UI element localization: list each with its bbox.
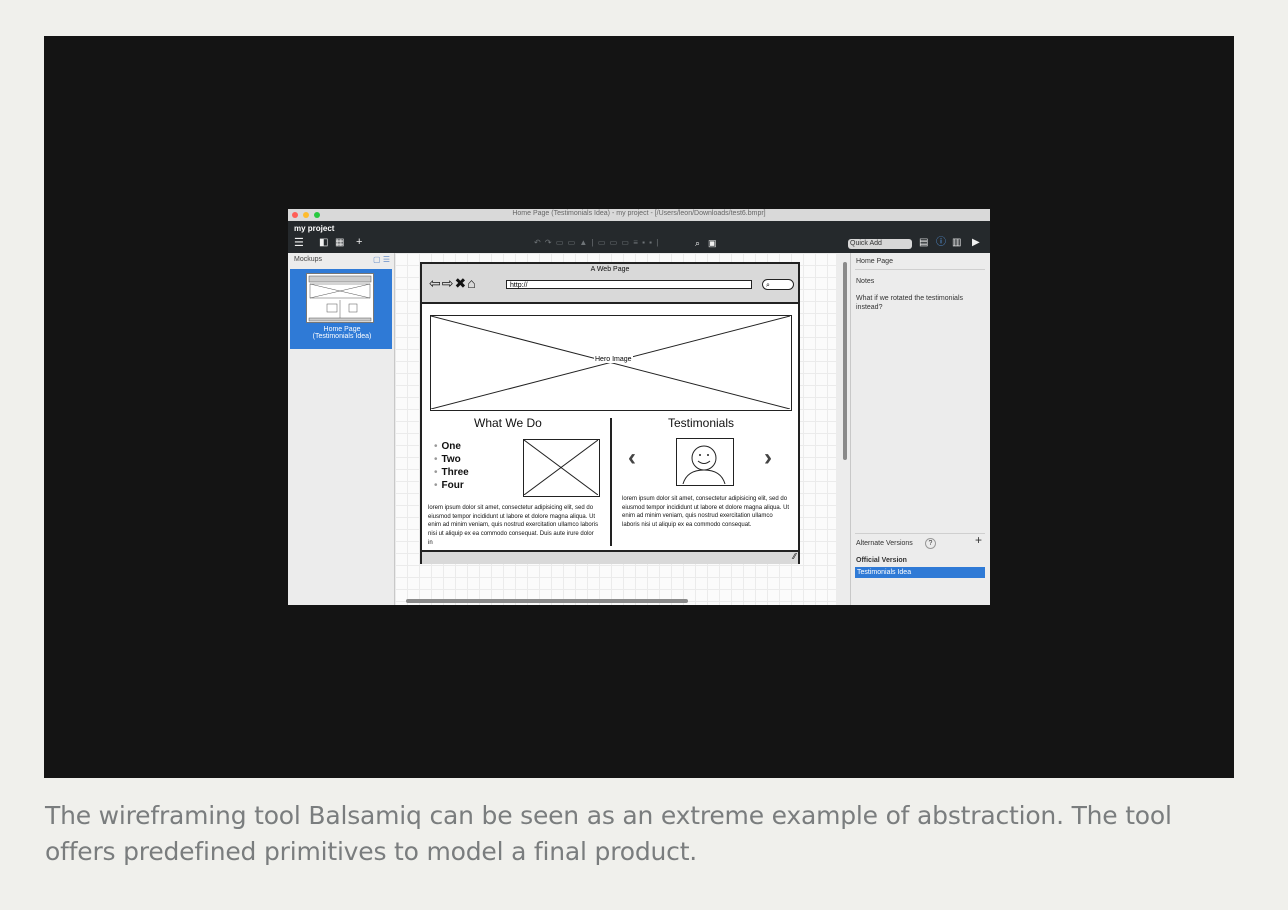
mockup-label: Home Page (Testimonials Idea) bbox=[312, 326, 372, 340]
url-bar[interactable]: http:// bbox=[506, 280, 752, 289]
bullet-list: • One • Two • Three • Four bbox=[434, 440, 469, 492]
add-version-icon[interactable]: + bbox=[975, 534, 982, 546]
thumbnail-wireframe-icon bbox=[308, 275, 372, 322]
thumbnail-preview bbox=[306, 273, 374, 323]
presentation-icon[interactable]: ▶ bbox=[972, 237, 980, 249]
hero-image-label: Hero Image bbox=[594, 356, 633, 363]
official-version-item[interactable]: Official Version bbox=[856, 556, 907, 565]
view-icon[interactable]: ▣ bbox=[708, 237, 717, 249]
quick-add-input[interactable]: Quick Add bbox=[848, 239, 912, 249]
figure-caption: The wireframing tool Balsamiq can be see… bbox=[45, 801, 1172, 866]
browser-window-mockup[interactable]: A Web Page ⇦⇨✖⌂ http:// ⌕ Hero Image Wha… bbox=[420, 262, 800, 564]
divider bbox=[855, 269, 985, 270]
resize-grip-icon[interactable]: ⁄⁄ bbox=[793, 552, 796, 561]
testimonials-heading: Testimonials bbox=[668, 416, 735, 430]
notes-icon[interactable]: ▥ bbox=[952, 237, 961, 249]
search-icon[interactable]: ⌕ bbox=[695, 237, 700, 249]
page-name: Home Page bbox=[856, 258, 893, 265]
edit-tools-group: ↶ ↷ ▭ ▭ ▲ | ▭ ▭ ▭ ≡ ▪ ▪ | bbox=[534, 238, 660, 247]
canvas-vertical-scrollbar[interactable] bbox=[843, 262, 847, 460]
what-we-do-heading: What We Do bbox=[474, 416, 542, 430]
notes-text[interactable]: What if we rotated the testimonials inst… bbox=[856, 294, 984, 312]
app-toolbar: my project ☰ ◧ ▦ + ↶ ↷ ▭ ▭ ▲ | ▭ ▭ ▭ ≡ ▪… bbox=[288, 221, 990, 253]
hamburger-menu-icon[interactable]: ☰ bbox=[294, 237, 304, 249]
lorem-text-left: lorem ipsum dolor sit amet, consectetur … bbox=[428, 505, 599, 546]
list-item: • Four bbox=[434, 480, 464, 491]
carousel-prev-icon[interactable]: ‹ bbox=[628, 444, 636, 472]
window-title: Home Page (Testimonials Idea) - my proje… bbox=[512, 210, 766, 217]
balsamiq-window: Home Page (Testimonials Idea) - my proje… bbox=[288, 209, 990, 605]
selected-version-item[interactable]: Testimonials Idea bbox=[855, 567, 985, 578]
add-icon[interactable]: + bbox=[356, 236, 362, 248]
list-item: • One bbox=[434, 441, 461, 452]
mockups-panel: Mockups ▢ ☰ Home Page (Testimonials Idea… bbox=[288, 253, 395, 605]
column-divider bbox=[610, 418, 612, 546]
browser-title: A Web Page bbox=[590, 266, 630, 273]
panel-view-icons[interactable]: ▢ ☰ bbox=[373, 255, 390, 264]
browser-nav-icons: ⇦⇨✖⌂ bbox=[429, 275, 477, 291]
list-item: • Two bbox=[434, 454, 461, 465]
info-icon[interactable]: ⓘ bbox=[936, 237, 946, 249]
lorem-text-right: lorem ipsum dolor sit amet, consectetur … bbox=[622, 496, 790, 529]
smiley-face-icon bbox=[682, 445, 726, 484]
avatar bbox=[676, 438, 734, 486]
carousel-next-icon[interactable]: › bbox=[764, 444, 772, 472]
mockups-heading: Mockups bbox=[294, 256, 323, 263]
notes-label: Notes bbox=[856, 278, 875, 285]
mockup-thumbnail-selected[interactable]: Home Page (Testimonials Idea) bbox=[290, 269, 392, 349]
browser-status-bar: ⁄⁄ bbox=[422, 550, 798, 564]
alt-versions-label: Alternate Versions bbox=[856, 540, 913, 547]
browser-search-icon[interactable]: ⌕ bbox=[762, 279, 794, 290]
divider bbox=[855, 533, 985, 534]
export-icon[interactable]: ▤ bbox=[919, 237, 928, 249]
canvas-horizontal-scrollbar[interactable] bbox=[406, 599, 688, 603]
panel-toggle-icon[interactable]: ◧ bbox=[319, 237, 328, 249]
image-cross-icon bbox=[524, 440, 598, 495]
project-name[interactable]: my project bbox=[294, 224, 334, 233]
help-icon[interactable]: ? bbox=[925, 538, 936, 549]
grid-view-icon[interactable]: ▦ bbox=[335, 237, 344, 249]
browser-chrome: A Web Page ⇦⇨✖⌂ http:// ⌕ bbox=[422, 264, 798, 304]
hero-image-placeholder[interactable]: Hero Image bbox=[430, 315, 792, 411]
list-item: • Three bbox=[434, 467, 469, 478]
properties-panel: Home Page Notes What if we rotated the t… bbox=[850, 253, 990, 605]
image-placeholder[interactable] bbox=[523, 439, 600, 497]
